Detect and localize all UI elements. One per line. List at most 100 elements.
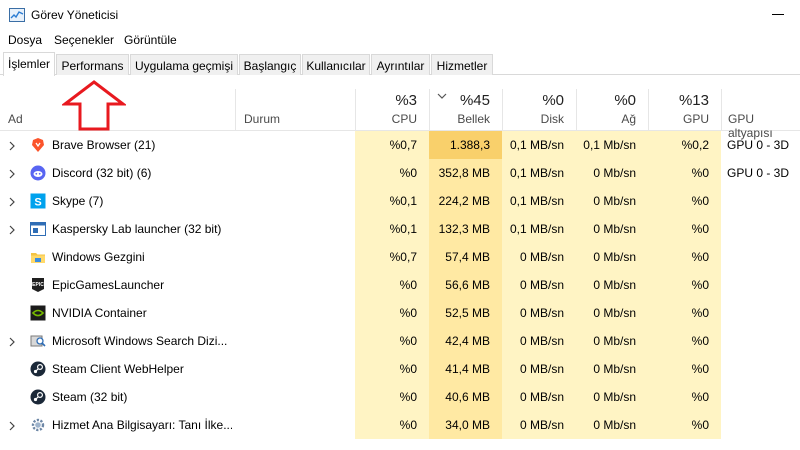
column-cpu: CPU xyxy=(391,112,417,126)
chevron-right-icon[interactable] xyxy=(8,168,16,179)
tab-services[interactable]: Hizmetler xyxy=(431,54,493,75)
table-row[interactable]: S Skype (7) %0,1 224,2 MB 0,1 MB/sn 0 Mb/sn %0 xyxy=(0,187,800,215)
chevron-right-icon[interactable] xyxy=(8,196,16,207)
skype-icon: S xyxy=(30,193,46,209)
column-status-header[interactable]: Durum xyxy=(235,89,355,131)
column-disk: Disk xyxy=(540,112,564,126)
red-arrow-annotation-icon xyxy=(62,80,126,131)
gear-icon xyxy=(30,417,46,433)
table-row[interactable]: Steam Client WebHelper %0 41,4 MB 0 MB/sn 0 … xyxy=(0,355,800,383)
memory-value: 1.388,3 MB xyxy=(429,131,502,180)
chevron-down-icon xyxy=(437,93,447,99)
steam-icon xyxy=(30,389,46,405)
cpu-value: %0,1 xyxy=(355,215,429,243)
gpu-value: %0 xyxy=(648,187,721,215)
table-row[interactable]: EPIC EpicGamesLauncher %0 56,6 MB 0 MB/sn 0 M… xyxy=(0,271,800,299)
gpu-value: %0 xyxy=(648,271,721,299)
gpu-engine-value xyxy=(721,271,800,299)
disk-value: 0,1 MB/sn xyxy=(502,187,576,215)
chevron-right-icon[interactable] xyxy=(8,140,16,151)
tab-details[interactable]: Ayrıntılar xyxy=(371,54,430,75)
column-memory-header[interactable]: %45 Bellek xyxy=(429,89,502,131)
gpu-value: %0 xyxy=(648,215,721,243)
memory-value: 41,4 MB xyxy=(429,355,502,383)
cpu-value: %0 xyxy=(355,299,429,327)
memory-value: 132,3 MB xyxy=(429,215,502,243)
disk-total: %0 xyxy=(542,92,564,109)
svg-text:EPIC: EPIC xyxy=(32,282,44,288)
cpu-value: %0 xyxy=(355,271,429,299)
gpu-value: %0 xyxy=(648,299,721,327)
memory-total: %45 xyxy=(459,92,490,109)
process-name: Hizmet Ana Bilgisayarı: Tanı İlke... xyxy=(52,418,232,432)
table-row[interactable]: NVIDIA Container %0 52,5 MB 0 MB/sn 0 Mb/sn%… xyxy=(0,299,800,327)
memory-value: 42,4 MB xyxy=(429,327,502,355)
gpu-engine-value xyxy=(721,215,800,243)
kaspersky-icon xyxy=(30,221,46,237)
disk-value: 0,1 MB/sn xyxy=(502,131,576,159)
process-name: Kaspersky Lab launcher (32 bit) xyxy=(52,222,222,236)
memory-value: 352,8 MB xyxy=(429,159,502,187)
network-value: 0 Mb/sn xyxy=(576,355,648,383)
network-value: 0,1 Mb/sn xyxy=(576,131,648,159)
cpu-value: %0,7 xyxy=(355,131,429,159)
network-value: 0 Mb/sn xyxy=(576,383,648,411)
cpu-value: %0 xyxy=(355,327,429,355)
cpu-value: %0,7 xyxy=(355,243,429,271)
steam-icon xyxy=(30,361,46,377)
network-value: 0 Mb/sn xyxy=(576,271,648,299)
column-name[interactable]: Ad xyxy=(8,112,23,126)
column-gpu-header[interactable]: %13 GPU xyxy=(648,89,721,131)
gpu-engine-value: GPU 0 - 3D xyxy=(727,138,790,152)
minimize-button[interactable] xyxy=(772,14,784,15)
chevron-right-icon[interactable] xyxy=(8,420,16,431)
process-name: Windows Gezgini xyxy=(52,250,145,264)
column-network-header[interactable]: %0 Ağ xyxy=(576,89,648,131)
gpu-engine-value xyxy=(721,383,800,411)
gpu-value: %0 xyxy=(648,243,721,271)
column-gpu-engine-header[interactable]: GPU altyapısı xyxy=(721,89,800,140)
network-value: 0 Mb/sn xyxy=(576,411,648,439)
column-disk-header[interactable]: %0 Disk xyxy=(502,89,576,131)
gpu-value: %0,2 xyxy=(648,131,721,159)
column-cpu-header[interactable]: %3 CPU xyxy=(355,89,429,131)
process-name: Steam Client WebHelper xyxy=(52,362,184,376)
title-bar: Görev Yöneticisi xyxy=(0,0,800,30)
menu-options[interactable]: Seçenekler xyxy=(54,33,114,47)
table-row[interactable]: Kaspersky Lab launcher (32 bit) %0,1 132,3… xyxy=(0,215,800,243)
network-total: %0 xyxy=(614,92,636,109)
cpu-value: %0 xyxy=(355,355,429,383)
gpu-value: %0 xyxy=(648,383,721,411)
table-row[interactable]: Windows Gezgini %0,7 57,4 MB 0 MB/sn 0 Mb/sn… xyxy=(0,243,800,271)
disk-value: 0 MB/sn xyxy=(502,383,576,411)
tab-processes[interactable]: İşlemler xyxy=(3,52,55,76)
tab-startup[interactable]: Başlangıç xyxy=(239,54,301,75)
tab-strip: İşlemler Performans Uygulama geçmişi Baş… xyxy=(0,52,800,76)
network-value: 0 Mb/sn xyxy=(576,159,648,187)
process-name: Brave Browser (21) xyxy=(52,138,156,152)
process-name: Skype (7) xyxy=(52,194,104,208)
process-name: NVIDIA Container xyxy=(52,306,147,320)
table-row[interactable]: Microsoft Windows Search Dizi... %0 42,4 M… xyxy=(0,327,800,355)
disk-value: 0 MB/sn xyxy=(502,243,576,271)
gpu-engine-value xyxy=(721,243,800,271)
task-manager-icon xyxy=(9,8,25,22)
table-row[interactable]: Brave Browser (21) %0,71.388,3 MB0,1 MB/s… xyxy=(0,131,800,180)
menu-bar: Dosya Seçenekler Görüntüle xyxy=(0,30,800,50)
folder-icon xyxy=(30,249,46,265)
disk-value: 0 MB/sn xyxy=(502,271,576,299)
table-row[interactable]: Steam (32 bit) %0 40,6 MB 0 MB/sn 0 Mb/sn %0 xyxy=(0,383,800,411)
memory-value: 52,5 MB xyxy=(429,299,502,327)
table-row[interactable]: Hizmet Ana Bilgisayarı: Tanı İlke... %0 34… xyxy=(0,411,800,439)
chevron-right-icon[interactable] xyxy=(8,336,16,347)
column-gpu: GPU xyxy=(682,112,709,126)
menu-view[interactable]: Görüntüle xyxy=(124,33,177,47)
search-indexer-icon xyxy=(30,333,46,349)
table-row[interactable]: Discord (32 bit) (6) %0 352,8 MB 0,1 MB/sn 0… xyxy=(0,159,800,187)
menu-file[interactable]: Dosya xyxy=(8,33,42,47)
tab-users[interactable]: Kullanıcılar xyxy=(302,54,370,75)
chevron-right-icon[interactable] xyxy=(8,224,16,235)
tab-app-history[interactable]: Uygulama geçmişi xyxy=(130,54,238,75)
tab-performance[interactable]: Performans xyxy=(56,54,129,75)
cpu-total: %3 xyxy=(395,92,417,109)
